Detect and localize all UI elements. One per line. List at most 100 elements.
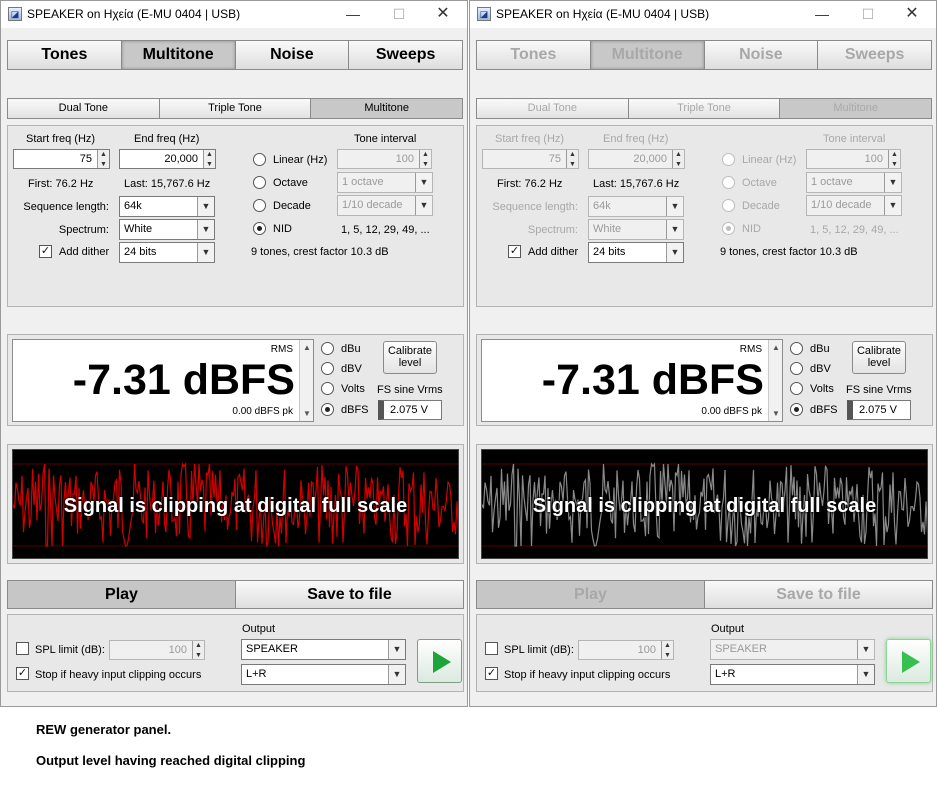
chevron-down-icon[interactable]: ▼ bbox=[884, 196, 901, 215]
calibrate-level-button[interactable]: Calibrate level bbox=[383, 341, 437, 374]
octave-select[interactable]: 1 octave ▼ bbox=[337, 172, 433, 193]
add-dither-checkbox[interactable]: ✓ bbox=[508, 245, 521, 258]
display-scrollbar[interactable] bbox=[768, 340, 782, 421]
subtab-triple-tone[interactable]: Triple Tone bbox=[628, 99, 781, 118]
start-freq-spinner[interactable] bbox=[97, 150, 109, 168]
stop-clipping-checkbox[interactable]: ✓ bbox=[16, 667, 29, 680]
minimize-icon[interactable]: — bbox=[331, 4, 375, 24]
close-icon[interactable]: ✕ bbox=[421, 4, 465, 24]
dither-bits-select[interactable]: 24 bits ▼ bbox=[119, 242, 215, 263]
play-button[interactable] bbox=[417, 639, 462, 683]
chevron-down-icon[interactable]: ▼ bbox=[197, 220, 214, 239]
channel-select[interactable]: L+R ▼ bbox=[710, 664, 875, 685]
maximize-icon[interactable]: ☐ bbox=[377, 4, 421, 24]
end-freq-spinner[interactable] bbox=[672, 150, 684, 168]
stop-clipping-checkbox[interactable]: ✓ bbox=[485, 667, 498, 680]
radio-octave[interactable] bbox=[722, 176, 735, 189]
chevron-down-icon[interactable]: ▼ bbox=[388, 665, 405, 684]
chevron-down-icon[interactable]: ▼ bbox=[415, 173, 432, 192]
subtab-multitone[interactable]: Multitone bbox=[780, 99, 932, 118]
chevron-down-icon[interactable]: ▼ bbox=[857, 665, 874, 684]
tab-save-to-file[interactable]: Save to file bbox=[705, 581, 932, 608]
tone-interval-spinner[interactable] bbox=[419, 150, 431, 168]
spl-limit-checkbox[interactable] bbox=[16, 642, 29, 655]
start-freq-input[interactable]: 75 bbox=[13, 149, 110, 169]
output-device-select[interactable]: SPEAKER ▼ bbox=[241, 639, 406, 660]
chevron-down-icon[interactable]: ▼ bbox=[197, 197, 214, 216]
tab-sweeps[interactable]: Sweeps bbox=[349, 41, 462, 69]
fs-sine-input[interactable]: 2.075 V bbox=[378, 400, 442, 420]
start-freq-spinner[interactable] bbox=[566, 150, 578, 168]
end-freq-input[interactable]: 20,000 bbox=[119, 149, 216, 169]
minimize-icon[interactable]: — bbox=[800, 4, 844, 24]
chevron-down-icon[interactable]: ▼ bbox=[884, 173, 901, 192]
decade-select[interactable]: 1/10 decade ▼ bbox=[337, 195, 433, 216]
dither-bits-select[interactable]: 24 bits ▼ bbox=[588, 242, 684, 263]
spl-limit-input[interactable]: 100 bbox=[109, 640, 205, 660]
tab-play[interactable]: Play bbox=[477, 581, 705, 608]
chevron-down-icon[interactable]: ▼ bbox=[388, 640, 405, 659]
decade-select[interactable]: 1/10 decade ▼ bbox=[806, 195, 902, 216]
subtab-triple-tone[interactable]: Triple Tone bbox=[159, 99, 312, 118]
title-bar[interactable]: ◪ SPEAKER on Ηχεία (E-MU 0404 | USB) — ☐ ✕ bbox=[1, 1, 467, 28]
radio-decade[interactable] bbox=[722, 199, 735, 212]
tab-noise[interactable]: Noise bbox=[704, 41, 819, 69]
tone-interval-input[interactable]: 100 bbox=[806, 149, 901, 169]
unit-radio-dbfs[interactable] bbox=[321, 403, 334, 416]
tab-tones[interactable]: Tones bbox=[8, 41, 122, 69]
unit-radio-dbv[interactable] bbox=[321, 362, 334, 375]
spectrum-select[interactable]: White ▼ bbox=[588, 219, 684, 240]
subtab-dual-tone[interactable]: Dual Tone bbox=[8, 99, 160, 118]
tab-multitone[interactable]: Multitone bbox=[121, 41, 236, 69]
radio-linear-hz[interactable] bbox=[253, 153, 266, 166]
output-device-select[interactable]: SPEAKER ▼ bbox=[710, 639, 875, 660]
radio-nid[interactable] bbox=[722, 222, 735, 235]
chevron-down-icon[interactable]: ▼ bbox=[857, 640, 874, 659]
tone-interval-input[interactable]: 100 bbox=[337, 149, 432, 169]
tab-noise[interactable]: Noise bbox=[235, 41, 350, 69]
chevron-down-icon[interactable]: ▼ bbox=[415, 196, 432, 215]
maximize-icon[interactable]: ☐ bbox=[846, 4, 890, 24]
start-freq-input[interactable]: 75 bbox=[482, 149, 579, 169]
add-dither-checkbox[interactable]: ✓ bbox=[39, 245, 52, 258]
end-freq-spinner[interactable] bbox=[203, 150, 215, 168]
unit-radio-dbu[interactable] bbox=[790, 342, 803, 355]
spl-limit-spinner[interactable] bbox=[192, 641, 204, 659]
octave-select[interactable]: 1 octave ▼ bbox=[806, 172, 902, 193]
radio-linear-hz[interactable] bbox=[722, 153, 735, 166]
end-freq-input[interactable]: 20,000 bbox=[588, 149, 685, 169]
close-icon[interactable]: ✕ bbox=[890, 4, 934, 24]
radio-nid[interactable] bbox=[253, 222, 266, 235]
radio-octave[interactable] bbox=[253, 176, 266, 189]
unit-radio-dbv[interactable] bbox=[790, 362, 803, 375]
tab-tones[interactable]: Tones bbox=[477, 41, 591, 69]
chevron-down-icon[interactable]: ▼ bbox=[666, 220, 683, 239]
display-scrollbar[interactable] bbox=[299, 340, 313, 421]
unit-radio-volts[interactable] bbox=[321, 382, 334, 395]
sequence-length-select[interactable]: 64k ▼ bbox=[588, 196, 684, 217]
tab-multitone[interactable]: Multitone bbox=[590, 41, 705, 69]
play-button[interactable] bbox=[886, 639, 931, 683]
spl-limit-spinner[interactable] bbox=[661, 641, 673, 659]
chevron-down-icon[interactable]: ▼ bbox=[666, 197, 683, 216]
chevron-down-icon[interactable]: ▼ bbox=[666, 243, 683, 262]
title-bar[interactable]: ◪ SPEAKER on Ηχεία (E-MU 0404 | USB) — ☐ ✕ bbox=[470, 1, 936, 28]
channel-select[interactable]: L+R ▼ bbox=[241, 664, 406, 685]
subtab-dual-tone[interactable]: Dual Tone bbox=[477, 99, 629, 118]
spl-limit-checkbox[interactable] bbox=[485, 642, 498, 655]
chevron-down-icon[interactable]: ▼ bbox=[197, 243, 214, 262]
unit-radio-dbfs[interactable] bbox=[790, 403, 803, 416]
subtab-multitone[interactable]: Multitone bbox=[311, 99, 463, 118]
spl-limit-input[interactable]: 100 bbox=[578, 640, 674, 660]
sequence-length-select[interactable]: 64k ▼ bbox=[119, 196, 215, 217]
tab-sweeps[interactable]: Sweeps bbox=[818, 41, 931, 69]
calibrate-level-button[interactable]: Calibrate level bbox=[852, 341, 906, 374]
tone-interval-spinner[interactable] bbox=[888, 150, 900, 168]
unit-radio-volts[interactable] bbox=[790, 382, 803, 395]
fs-sine-input[interactable]: 2.075 V bbox=[847, 400, 911, 420]
radio-decade[interactable] bbox=[253, 199, 266, 212]
spectrum-select[interactable]: White ▼ bbox=[119, 219, 215, 240]
tab-save-to-file[interactable]: Save to file bbox=[236, 581, 463, 608]
tab-play[interactable]: Play bbox=[8, 581, 236, 608]
unit-radio-dbu[interactable] bbox=[321, 342, 334, 355]
